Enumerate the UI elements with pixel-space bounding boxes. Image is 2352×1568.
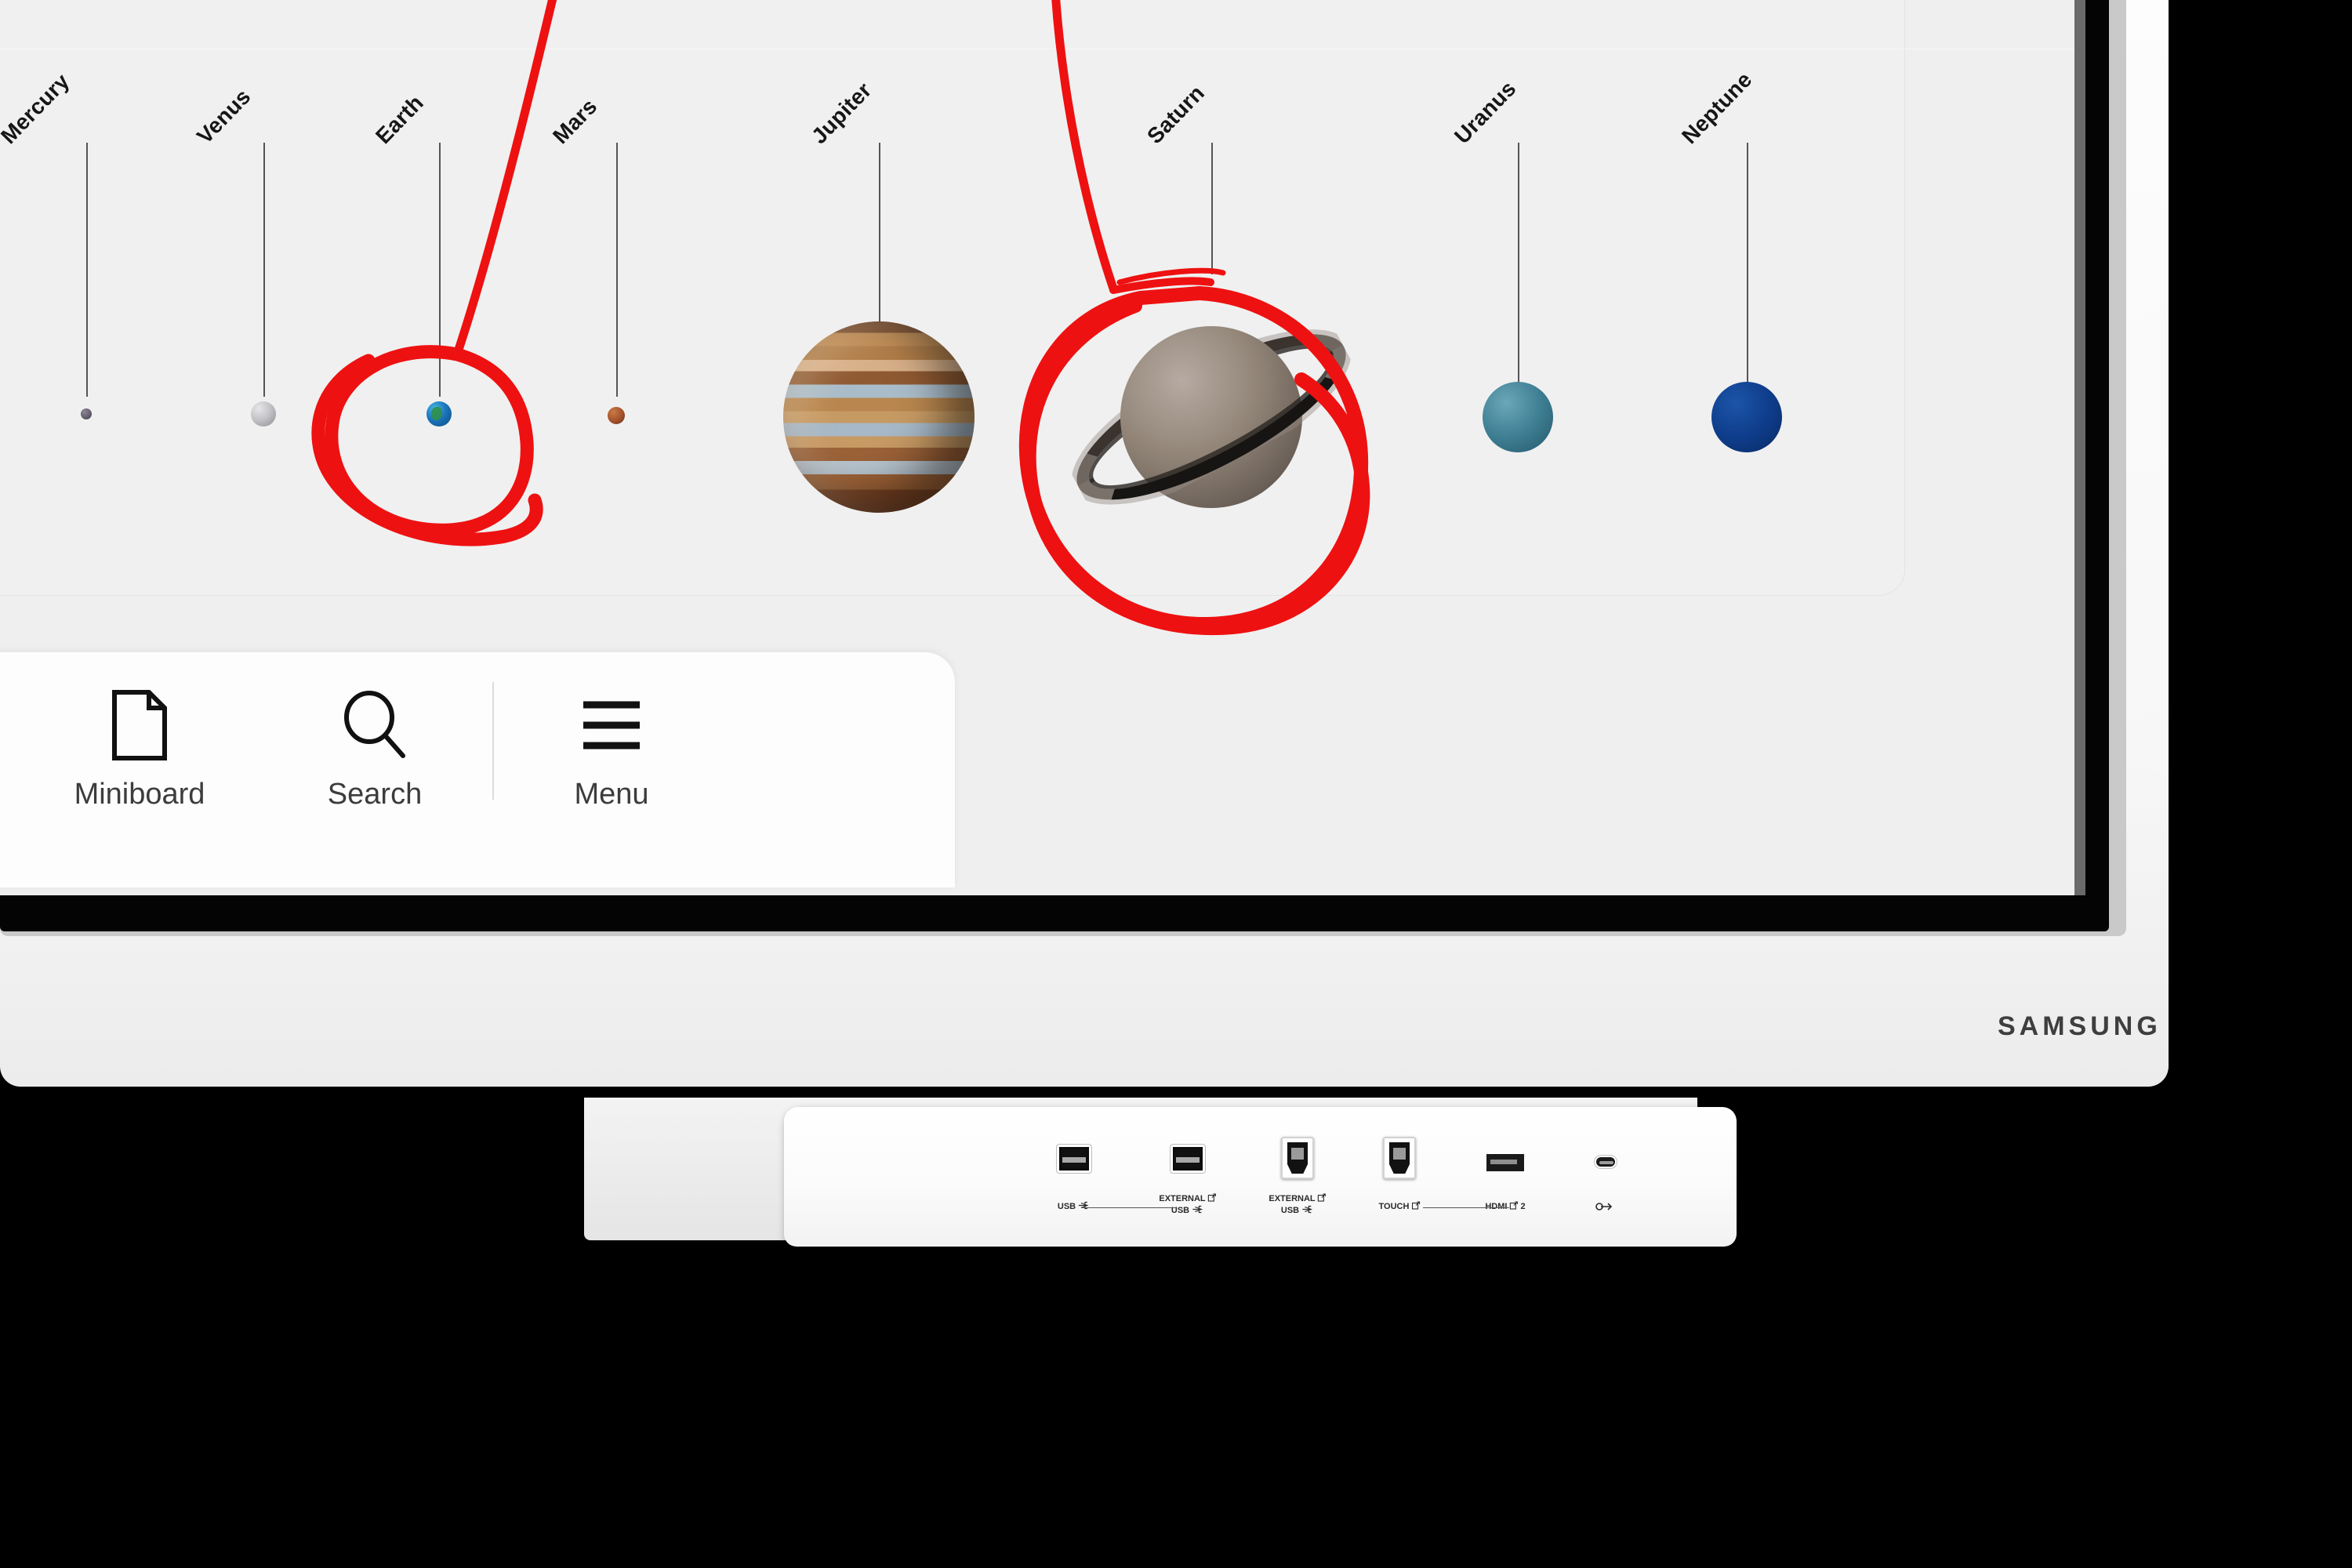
port-label-3: TOUCH — [1379, 1201, 1421, 1213]
port-jack-usb-b-2[interactable] — [1281, 1137, 1314, 1179]
hamburger-menu-icon — [579, 679, 644, 771]
toolbar-label-miniboard: Miniboard — [74, 778, 205, 811]
planet-body-jupiter[interactable] — [783, 321, 975, 513]
toolbar-item-search[interactable]: Search — [257, 652, 492, 887]
port-jack-usb-b-3[interactable] — [1383, 1137, 1416, 1179]
planet-stem-mars — [616, 143, 618, 397]
port-label-5 — [1595, 1201, 1616, 1216]
planet-body-mercury[interactable] — [81, 408, 92, 419]
port-jack-usb-a-0[interactable] — [1057, 1145, 1091, 1173]
port-connector-rule-2 — [1423, 1207, 1509, 1208]
planet-stem-earth — [439, 143, 441, 397]
planet-body-neptune[interactable] — [1711, 382, 1782, 452]
planet-stem-mercury — [86, 143, 88, 397]
toolbar-item-miniboard[interactable]: Miniboard — [22, 652, 257, 887]
planet-stem-uranus — [1518, 143, 1519, 397]
toolbar-item-on[interactable]: On — [0, 652, 22, 887]
toolbar-label-menu: Menu — [574, 778, 649, 811]
display-screen: Mercury Venus Earth Mars Jupiter Saturn Uranus… — [0, 0, 2074, 895]
planet-body-uranus[interactable] — [1483, 382, 1553, 452]
note-canvas-card[interactable] — [0, 0, 1905, 596]
port-connector-rule-1 — [1082, 1207, 1176, 1208]
earth-landmass — [430, 407, 443, 420]
port-jack-usb-c-5[interactable] — [1595, 1156, 1617, 1168]
planet-stem-neptune — [1747, 143, 1748, 397]
samsung-logo: SAMSUNG — [1998, 1011, 2161, 1041]
bottom-toolbar[interactable]: On Miniboard Search — [0, 652, 955, 887]
port-panel: USB EXTERNAL USB EXTERNAL USB TOUCH HDMI 2 — [784, 1107, 1737, 1247]
planet-body-venus[interactable] — [251, 401, 276, 426]
search-icon — [340, 679, 409, 771]
document-icon — [108, 679, 171, 771]
planet-stem-jupiter — [879, 143, 880, 340]
toolbar-item-menu[interactable]: Menu — [494, 652, 729, 887]
port-jack-usb-a-1[interactable] — [1171, 1145, 1205, 1173]
toolbar-label-search: Search — [327, 778, 423, 811]
planet-stem-venus — [263, 143, 265, 397]
port-label-1: EXTERNAL USB — [1159, 1193, 1217, 1217]
planet-stem-saturn — [1211, 143, 1213, 274]
planet-body-mars[interactable] — [608, 407, 625, 424]
screenshot-root: Mercury Venus Earth Mars Jupiter Saturn Uranus… — [0, 0, 2352, 1568]
port-label-2: EXTERNAL USB — [1269, 1193, 1327, 1217]
planet-body-earth[interactable] — [426, 401, 452, 426]
port-jack-hdmi-4[interactable] — [1485, 1152, 1526, 1173]
